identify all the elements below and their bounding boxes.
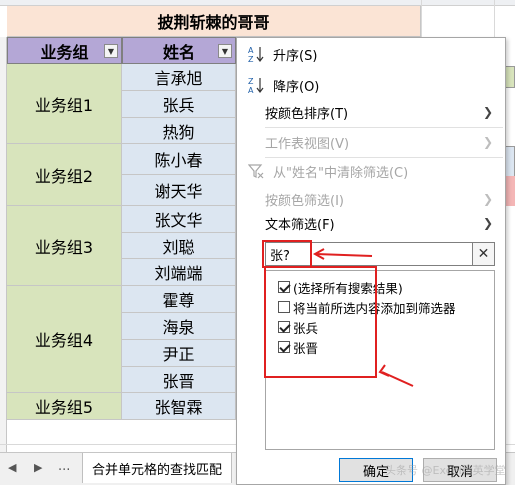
header-group-label: 业务组 — [40, 42, 89, 62]
group-cell[interactable]: 业务组1 — [7, 64, 122, 144]
header-name-label: 姓名 — [162, 42, 195, 62]
row-header-strip — [0, 37, 7, 452]
chevron-right-icon: ❯ — [482, 216, 493, 230]
tab-next-icon[interactable]: ▶ — [34, 461, 42, 474]
chevron-right-icon: ❯ — [482, 135, 493, 149]
sort-ascending-label: 升序(S) — [273, 48, 318, 64]
name-cell[interactable]: 言承旭 — [122, 64, 236, 91]
sort-descending-label: 降序(O) — [273, 79, 320, 95]
header-group[interactable]: 业务组 ▼ — [7, 37, 122, 64]
name-cell[interactable]: 谢天华 — [122, 175, 236, 206]
text-filter-label: 文本筛选(F) — [265, 217, 335, 233]
clear-filter-item[interactable]: 从"姓名"中清除筛选(C) — [237, 158, 505, 184]
clear-filter-icon — [247, 162, 265, 180]
tab-more-button[interactable]: ... — [58, 459, 70, 474]
name-cell[interactable]: 热狗 — [122, 118, 236, 144]
sort-descending-icon: ZA — [247, 76, 265, 94]
name-cell[interactable]: 刘聪 — [122, 233, 236, 259]
sort-by-color-label: 按颜色排序(T) — [265, 106, 349, 122]
sheet-title[interactable]: 披荆斩棘的哥哥 — [7, 6, 421, 37]
name-cell[interactable]: 张文华 — [122, 206, 236, 233]
filter-by-color-item[interactable]: 按颜色筛选(I) ❯ — [237, 186, 505, 212]
watermark-text: 头条号 @Excel精英学堂 — [385, 464, 506, 477]
name-cell[interactable]: 陈小春 — [122, 144, 236, 175]
sort-ascending-item[interactable]: AZ 升序(S) — [237, 41, 505, 67]
clear-filter-label: 从"姓名"中清除筛选(C) — [273, 165, 409, 181]
group-cell[interactable]: 业务组5 — [7, 393, 122, 420]
filter-active-icon[interactable]: ▼ — [218, 44, 232, 58]
chevron-right-icon: ❯ — [482, 192, 493, 206]
name-cell[interactable]: 霍尊 — [122, 286, 236, 313]
text-filter-item[interactable]: 文本筛选(F) ❯ — [237, 210, 505, 236]
sort-ascending-icon: AZ — [247, 45, 265, 63]
sheet-tab[interactable]: 合并单元格的查找匹配 — [82, 453, 232, 483]
svg-text:Z: Z — [248, 55, 254, 63]
filter-by-color-label: 按颜色筛选(I) — [265, 193, 344, 209]
sort-by-color-item[interactable]: 按颜色排序(T) ❯ — [237, 99, 505, 125]
menu-separator — [265, 127, 503, 128]
name-cell[interactable]: 张智霖 — [122, 393, 236, 420]
tab-prev-icon[interactable]: ◀ — [8, 461, 16, 474]
sheet-view-item[interactable]: 工作表视图(V) ❯ — [237, 129, 505, 155]
annotation-box-results — [264, 266, 377, 378]
header-name[interactable]: 姓名 ▼ — [122, 37, 236, 64]
sheet-view-label: 工作表视图(V) — [265, 136, 350, 152]
svg-text:Z: Z — [248, 77, 254, 86]
clear-search-icon[interactable]: ✕ — [472, 243, 494, 265]
name-cell[interactable]: 张晋 — [122, 367, 236, 393]
sort-descending-item[interactable]: ZA 降序(O) — [237, 72, 505, 98]
chevron-right-icon: ❯ — [482, 105, 493, 119]
group-cell[interactable]: 业务组4 — [7, 286, 122, 393]
annotation-box-search — [262, 240, 312, 268]
group-cell[interactable]: 业务组3 — [7, 206, 122, 286]
name-cell[interactable]: 尹正 — [122, 340, 236, 367]
filter-dropdown-icon[interactable]: ▼ — [104, 44, 118, 58]
svg-text:A: A — [248, 86, 254, 94]
name-cell[interactable]: 刘端端 — [122, 259, 236, 286]
group-cell[interactable]: 业务组2 — [7, 144, 122, 206]
name-cell[interactable]: 张兵 — [122, 91, 236, 118]
svg-text:A: A — [248, 46, 254, 55]
name-cell[interactable]: 海泉 — [122, 313, 236, 340]
